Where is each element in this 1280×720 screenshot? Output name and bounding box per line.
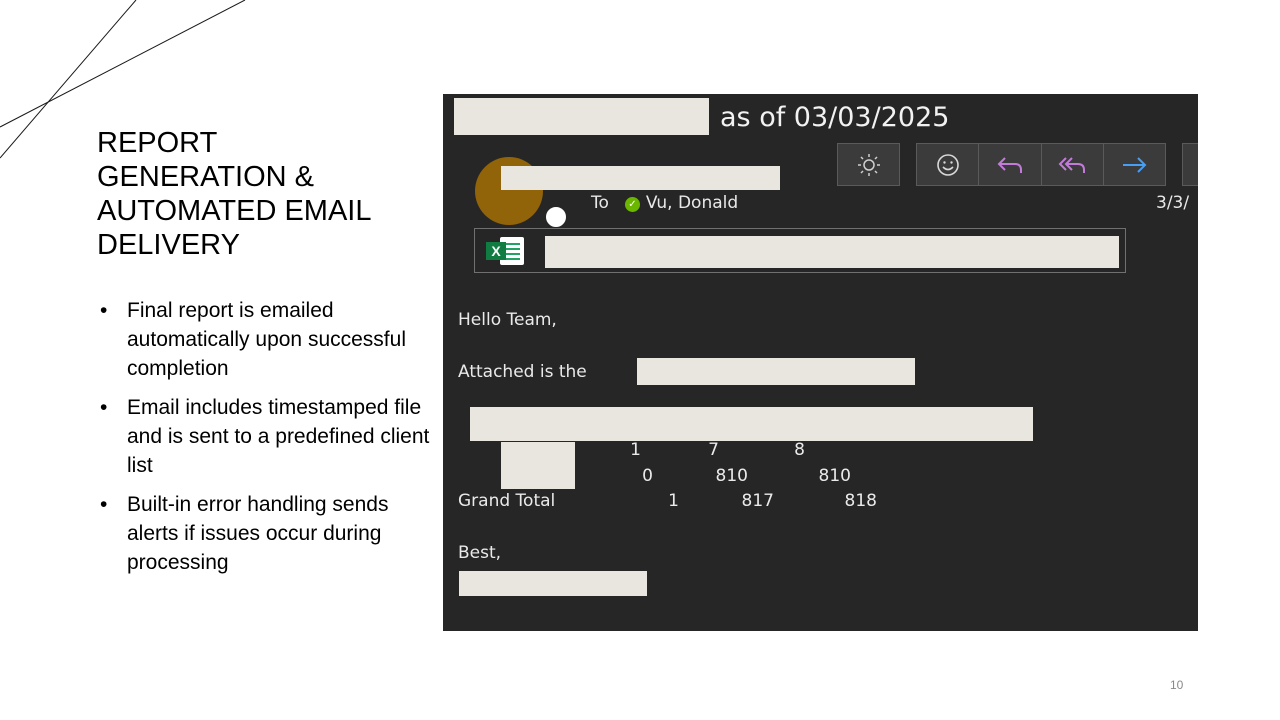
recipient-row: To ✓ Vu, Donald: [591, 193, 738, 213]
forward-icon: [1123, 156, 1147, 173]
sent-date: 3/3/: [1156, 193, 1190, 213]
redacted-row-labels: [501, 442, 575, 489]
redacted-attachment-name: [545, 236, 1119, 268]
redacted-table-header: [470, 407, 1033, 441]
emoji-icon: [936, 153, 959, 176]
redacted-sender: [501, 166, 780, 190]
brightness-button[interactable]: [837, 143, 900, 186]
page-number: 10: [1170, 678, 1184, 692]
title-line: GENERATION &: [97, 161, 314, 193]
slide-title: REPORT GENERATION & AUTOMATED EMAIL DELI…: [97, 126, 427, 262]
more-button[interactable]: [1182, 143, 1198, 186]
redacted-signature: [459, 571, 647, 596]
reply-all-button[interactable]: [1042, 144, 1104, 185]
bullet-item: Email includes timestamped file and is s…: [100, 393, 430, 480]
emoji-button[interactable]: [917, 144, 980, 185]
excel-file-icon: X: [486, 237, 524, 265]
presence-check-icon: ✓: [624, 197, 640, 212]
brightness-icon: [857, 153, 880, 176]
title-line: DELIVERY: [97, 229, 240, 261]
to-label: To: [591, 193, 609, 213]
presence-indicator: [544, 205, 568, 229]
title-line: AUTOMATED EMAIL: [97, 195, 372, 227]
signoff: Best,: [458, 543, 502, 563]
email-subject: as of 03/03/2025: [720, 102, 950, 133]
email-screenshot: as of 03/03/2025 To ✓ Vu, Donald 3/3/ X …: [443, 94, 1198, 631]
table-cell: 818: [844, 491, 877, 511]
reply-all-icon: [1058, 156, 1086, 173]
table-cell: 810: [818, 466, 851, 486]
redacted-subject: [454, 98, 709, 135]
forward-button[interactable]: [1104, 144, 1165, 185]
bullet-item: Built-in error handling sends alerts if …: [100, 490, 430, 577]
redacted-report-name: [637, 358, 915, 385]
table-cell: 7: [708, 440, 719, 460]
title-line: REPORT: [97, 127, 218, 159]
recipient-name[interactable]: Vu, Donald: [646, 193, 738, 213]
reply-icon: [997, 156, 1022, 173]
grand-total-label: Grand Total: [458, 491, 556, 511]
attachment-card[interactable]: X: [474, 228, 1126, 273]
greeting: Hello Team,: [458, 310, 557, 330]
table-cell: 0: [642, 466, 653, 486]
bullet-list: Final report is emailed automatically up…: [100, 296, 430, 587]
bullet-item: Final report is emailed automatically up…: [100, 296, 430, 383]
table-cell: 1: [630, 440, 641, 460]
reply-button[interactable]: [979, 144, 1042, 185]
table-cell: 817: [741, 491, 774, 511]
table-cell: 1: [668, 491, 679, 511]
table-cell: 810: [715, 466, 748, 486]
attached-text: Attached is the: [458, 362, 587, 382]
message-actions: [916, 143, 1166, 186]
table-cell: 8: [794, 440, 805, 460]
